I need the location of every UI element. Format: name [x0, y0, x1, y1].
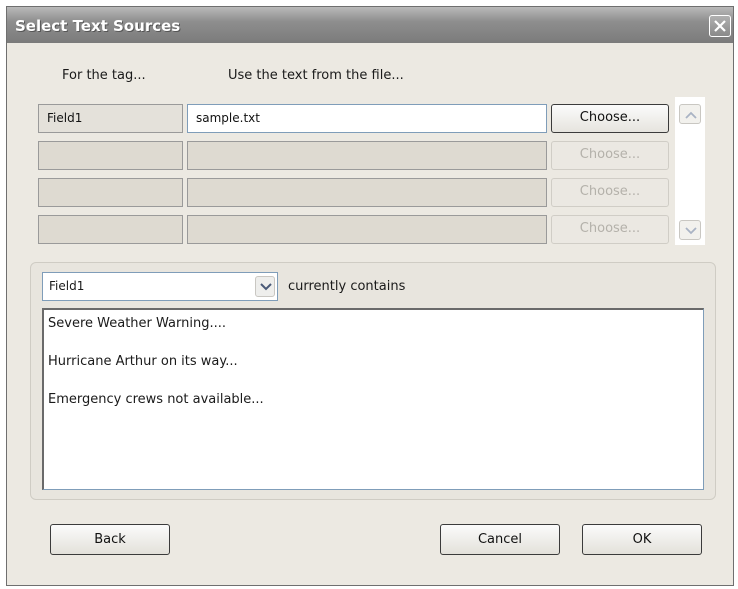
file-column-header: Use the text from the file...	[228, 68, 404, 83]
tag-column-header: For the tag...	[62, 68, 146, 83]
title-bar: Select Text Sources	[7, 7, 733, 43]
currently-contains-label: currently contains	[288, 279, 406, 294]
choose-button-row-2[interactable]: Choose...	[551, 141, 669, 170]
field-select-value: Field1	[49, 279, 85, 293]
chevron-up-icon	[685, 111, 697, 119]
chevron-down-icon	[260, 283, 272, 291]
choose-button-row-3[interactable]: Choose...	[551, 178, 669, 207]
tag-cell-text: Field1	[47, 111, 83, 125]
tag-cell-row-2[interactable]	[38, 141, 183, 170]
choose-button-row-1[interactable]: Choose...	[551, 104, 669, 133]
content-line: Hurricane Arthur on its way...	[48, 354, 238, 369]
file-cell-row-1[interactable]: sample.txt	[187, 104, 547, 133]
tag-cell-row-1[interactable]: Field1	[38, 104, 183, 133]
field-select[interactable]: Field1	[42, 272, 278, 301]
content-line: Severe Weather Warning....	[48, 316, 226, 331]
scroll-up-button[interactable]	[679, 104, 701, 124]
choose-button-row-4[interactable]: Choose...	[551, 215, 669, 244]
scroll-down-button[interactable]	[679, 220, 701, 240]
contents-textarea[interactable]: Severe Weather Warning.... Hurricane Art…	[42, 308, 704, 490]
tag-cell-row-3[interactable]	[38, 178, 183, 207]
dialog-title: Select Text Sources	[15, 17, 181, 35]
close-button[interactable]	[709, 15, 731, 37]
tag-cell-row-4[interactable]	[38, 215, 183, 244]
file-cell-row-2[interactable]	[187, 141, 547, 170]
rows-scrollbar[interactable]	[675, 97, 705, 245]
file-cell-row-3[interactable]	[187, 178, 547, 207]
chevron-down-icon	[685, 227, 697, 235]
file-cell-row-4[interactable]	[187, 215, 547, 244]
file-cell-text: sample.txt	[196, 111, 260, 125]
cancel-button[interactable]: Cancel	[440, 524, 560, 555]
close-icon	[714, 20, 726, 32]
field-select-dropdown-button[interactable]	[255, 276, 275, 297]
back-button[interactable]: Back	[50, 524, 170, 555]
ok-button[interactable]: OK	[582, 524, 702, 555]
content-line: Emergency crews not available...	[48, 392, 264, 407]
